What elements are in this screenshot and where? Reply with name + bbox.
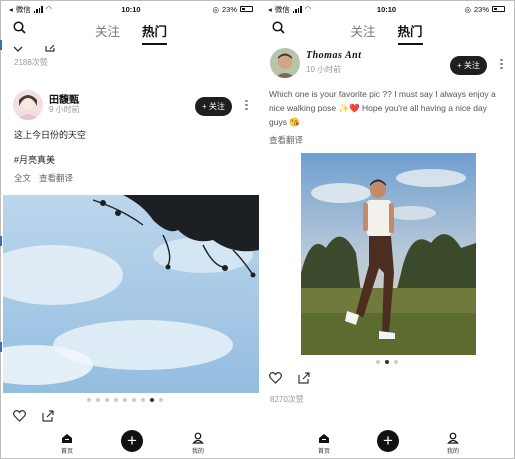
battery-percent: 23% (221, 4, 237, 14)
expand-link[interactable]: 全文 (14, 172, 31, 184)
bottom-navigation: 首页 + 我的 (262, 425, 511, 457)
home-icon (62, 434, 72, 443)
pager-dot (159, 398, 163, 402)
post-likes-count: 8270次赞 (270, 395, 304, 404)
previous-post-likes: 2188次赞 (14, 58, 48, 67)
previous-post-actions (13, 39, 56, 57)
location-icon: ◎ (212, 4, 219, 14)
battery-percent: 23% (473, 4, 489, 14)
nav-home[interactable]: 首页 (52, 433, 82, 455)
status-bar: ◂ 微信 ◠ 10:10 ◎ 23% (3, 2, 259, 16)
battery-icon (492, 6, 505, 12)
nav-home-label: 首页 (317, 449, 330, 455)
signal-icon (33, 5, 43, 13)
pager-dot (114, 398, 118, 402)
edge-marker (0, 236, 2, 246)
back-arrow-icon: ◂ (268, 4, 272, 14)
follow-button[interactable]: + 关注 (450, 56, 487, 75)
nav-me[interactable]: 我的 (183, 432, 213, 455)
more-options-icon[interactable] (245, 98, 249, 112)
pager-dot (105, 398, 109, 402)
back-arrow-icon: ◂ (9, 4, 13, 14)
nav-me-label: 我的 (191, 449, 204, 455)
image-pager (87, 398, 163, 402)
pager-dot (132, 398, 136, 402)
post-time: 9 小时前 (49, 105, 80, 114)
post-tag[interactable]: #月亮真美 (14, 153, 55, 166)
home-icon (319, 434, 329, 443)
nav-home[interactable]: 首页 (309, 433, 339, 455)
create-post-button[interactable]: + (377, 430, 399, 452)
like-icon[interactable] (269, 371, 282, 389)
profile-icon (192, 432, 204, 444)
create-post-button[interactable]: + (121, 430, 143, 452)
nav-home-label: 首页 (60, 449, 73, 455)
nav-me[interactable]: 我的 (438, 432, 468, 455)
pager-dot (150, 398, 154, 402)
status-bar: ◂ 微信 ◠ 10:10 ◎ 23% (262, 2, 511, 16)
tab-hot[interactable]: 热门 (142, 21, 168, 45)
battery-icon (240, 6, 253, 12)
image-pager (376, 360, 398, 364)
location-icon: ◎ (464, 4, 471, 14)
avatar[interactable] (270, 48, 300, 78)
pager-dot (385, 360, 389, 364)
nav-me-label: 我的 (446, 449, 459, 455)
pager-dot (394, 360, 398, 364)
sky-photo[interactable] (3, 195, 259, 393)
right-phone-screen: ◂ 微信 ◠ 10:10 ◎ 23% 关注 热门 Thomas Ant 10 小… (262, 2, 511, 457)
edge-marker (0, 342, 2, 352)
translate-link[interactable]: 查看翻译 (39, 172, 73, 184)
edge-marker (0, 40, 2, 50)
post-username[interactable]: Thomas Ant (306, 50, 361, 61)
share-icon[interactable] (298, 371, 310, 389)
chevron-down-icon[interactable] (13, 46, 23, 52)
signal-icon (292, 5, 302, 13)
post-caption: Which one is your favorite pic ?? I must… (269, 89, 496, 127)
left-phone-screen: ◂ 微信 ◠ 10:10 ◎ 23% 关注 热门 2188次赞 田馥甄 9 小时… (3, 2, 259, 457)
pager-dot (376, 360, 380, 364)
pager-dot (123, 398, 127, 402)
tab-hot[interactable]: 热门 (397, 21, 423, 45)
follow-button[interactable]: + 关注 (195, 97, 232, 116)
carrier-label: 微信 (274, 4, 290, 14)
share-icon[interactable] (45, 44, 56, 52)
bottom-navigation: 首页 + 我的 (3, 425, 259, 457)
pager-dot (96, 398, 100, 402)
walking-man-photo[interactable] (301, 153, 476, 355)
post-caption: 这上今日份的天空 (14, 130, 87, 140)
tab-following[interactable]: 关注 (95, 21, 120, 45)
top-navigation: 关注 热门 (262, 18, 511, 45)
post-time: 10 小时前 (306, 65, 342, 74)
pager-dot (87, 398, 91, 402)
carrier-label: 微信 (15, 4, 31, 14)
translate-link[interactable]: 查看翻译 (269, 134, 303, 146)
avatar[interactable] (13, 90, 43, 120)
more-options-icon[interactable] (500, 57, 504, 71)
pager-dot (141, 398, 145, 402)
tab-following[interactable]: 关注 (350, 21, 375, 45)
profile-icon (447, 432, 459, 444)
wifi-icon: ◠ (304, 6, 311, 13)
wifi-icon: ◠ (45, 6, 52, 13)
